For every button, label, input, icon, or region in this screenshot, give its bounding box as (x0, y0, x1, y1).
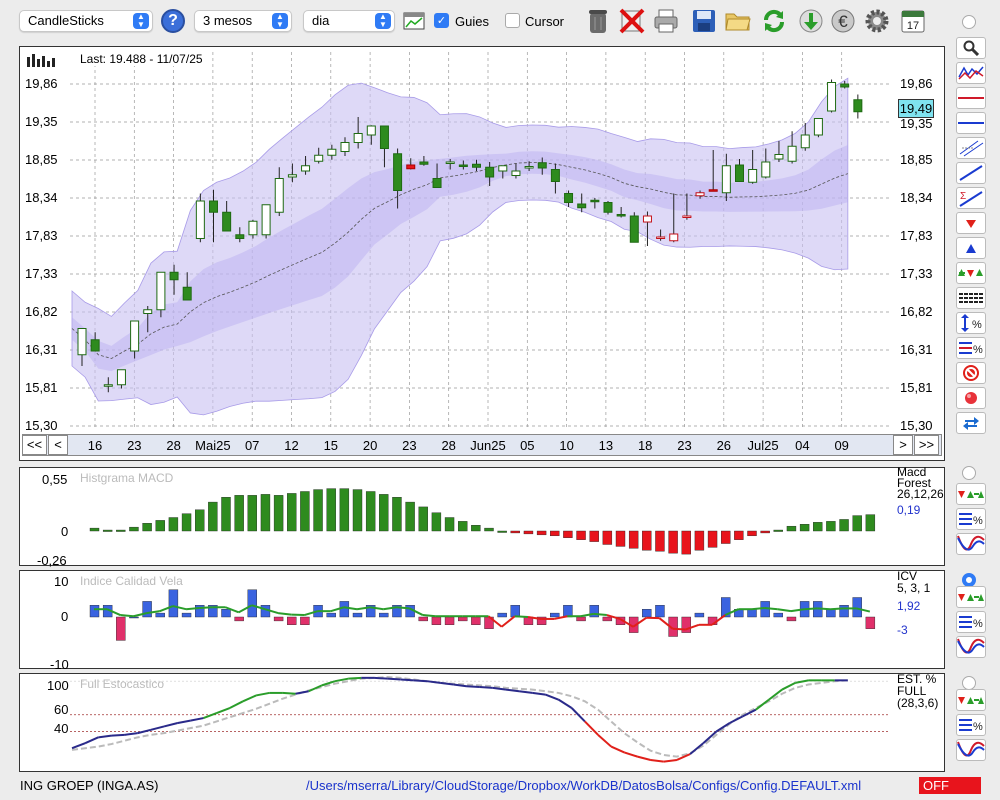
stochastic-k-segment (374, 676, 388, 680)
svg-text:%: % (973, 618, 983, 630)
svg-text:Σ: Σ (960, 191, 966, 202)
stochastic-k-segment (400, 678, 414, 682)
stochastic-k-segment (203, 712, 218, 720)
stochastic-k-segment (689, 742, 704, 755)
stochastic-k-segment (505, 688, 520, 693)
stochastic-legend: EST. % FULL (28,3,6) (897, 673, 938, 709)
svg-text:%: % (972, 319, 982, 331)
stochastic-k-segment (348, 676, 362, 680)
stochastic-k-segment (84, 736, 99, 745)
buy-sell-signal-icon[interactable] (956, 483, 986, 505)
stochastic-k-segment (795, 679, 809, 684)
buy-sell-signal-icon[interactable] (956, 689, 986, 711)
stochastic-k-segment (479, 686, 493, 689)
percent-lines-icon[interactable]: % (956, 508, 986, 530)
stochastic-k-segment (584, 720, 599, 736)
swap-icon[interactable] (956, 412, 986, 434)
record-icon[interactable] (956, 387, 986, 409)
stochastic-k-segment (755, 698, 770, 711)
channel-icon[interactable] (956, 137, 986, 159)
trendline-icon[interactable] (956, 162, 986, 184)
stochastic-k-segment (663, 758, 678, 763)
percent-lines-icon[interactable]: % (956, 337, 986, 359)
zoom-icon[interactable] (956, 37, 986, 59)
buy-arrow-icon[interactable] (956, 237, 986, 259)
stochastic-k-segment (282, 691, 296, 695)
oscillator-curve-icon[interactable] (956, 636, 986, 658)
buy-sell-signal-icon[interactable] (956, 586, 986, 608)
stochastic-k-segment (650, 758, 664, 763)
percent-lines-icon[interactable]: % (956, 611, 986, 633)
stochastic-k-segment (124, 732, 138, 736)
stochastic-k-segment (623, 751, 638, 758)
stochastic-k-segment (163, 722, 178, 728)
stochastic-k-segment (98, 734, 112, 739)
stochastic-k-segment (518, 690, 533, 694)
percent-lines-icon[interactable]: % (956, 714, 986, 736)
stochastic-k-segment (637, 755, 651, 761)
stochastic-k-segment (255, 691, 270, 697)
macd-panel-radio[interactable] (962, 466, 976, 480)
stochastic-k-segment (216, 707, 231, 714)
stochastic-k-segment (610, 745, 625, 754)
ohlc-type-icon[interactable] (956, 62, 986, 84)
horizontal-line-blue-icon[interactable] (956, 112, 986, 134)
stochastic-k-segment (150, 725, 165, 731)
stochastic-k-segment (413, 679, 428, 683)
stochastic-k-segment (558, 698, 573, 709)
stochastic-k-segment (729, 715, 744, 724)
stochastic-k-segment (545, 693, 559, 701)
stochastic-k-segment (295, 690, 309, 695)
stochastic-k-segment (597, 734, 612, 748)
stop-icon[interactable] (956, 362, 986, 384)
stochastic-d-line (71, 675, 848, 758)
sell-arrow-icon[interactable] (956, 212, 986, 234)
stochastic-k-segment (177, 719, 191, 725)
stochastic-ytick: 100 (47, 678, 69, 693)
stochastic-legend-line: (28,3,6) (897, 696, 939, 710)
stochastic-k-segment (190, 717, 204, 722)
stochastic-k-segment (229, 700, 244, 709)
config-path-link[interactable]: /Users/mserra/Library/CloudStorage/Dropb… (306, 778, 861, 793)
stochastic-k-segment (242, 694, 257, 703)
oscillator-curve-icon[interactable] (956, 533, 986, 555)
levels-icon[interactable] (956, 287, 986, 309)
stochastic-k-segment (466, 685, 480, 689)
app-window: CandleSticks ▲ ▼ ? 3 mesos ▲ ▼ dia ▲ ▼ ✓ Gu… (0, 0, 1000, 800)
stochastic-title: Full Estocastico (80, 677, 165, 691)
stochastic-k-segment (532, 691, 546, 696)
svg-text:%: % (973, 344, 983, 356)
svg-text:%: % (973, 721, 983, 733)
stochastic-k-segment (387, 677, 401, 681)
icv-panel-radio[interactable] (962, 573, 976, 587)
stochastic-ytick: 60 (54, 702, 69, 717)
ticker-label: ING GROEP (INGA.AS) (20, 778, 159, 793)
stochastic-panel-radio[interactable] (962, 676, 976, 690)
buy-sell-icon[interactable] (956, 262, 986, 284)
off-badge: OFF (919, 777, 981, 794)
horizontal-line-icon[interactable] (956, 87, 986, 109)
svg-text:%: % (973, 515, 983, 527)
price-panel-radio[interactable] (962, 15, 976, 29)
stochastic-ytick: 40 (54, 721, 69, 736)
oscillator-curve-icon[interactable] (956, 739, 986, 761)
stochastic-k-segment (111, 733, 125, 737)
percent-range-icon[interactable]: % (956, 312, 986, 334)
stochastic-k-segment (453, 683, 467, 688)
sigma-trendline-icon[interactable]: Σ (956, 187, 986, 209)
